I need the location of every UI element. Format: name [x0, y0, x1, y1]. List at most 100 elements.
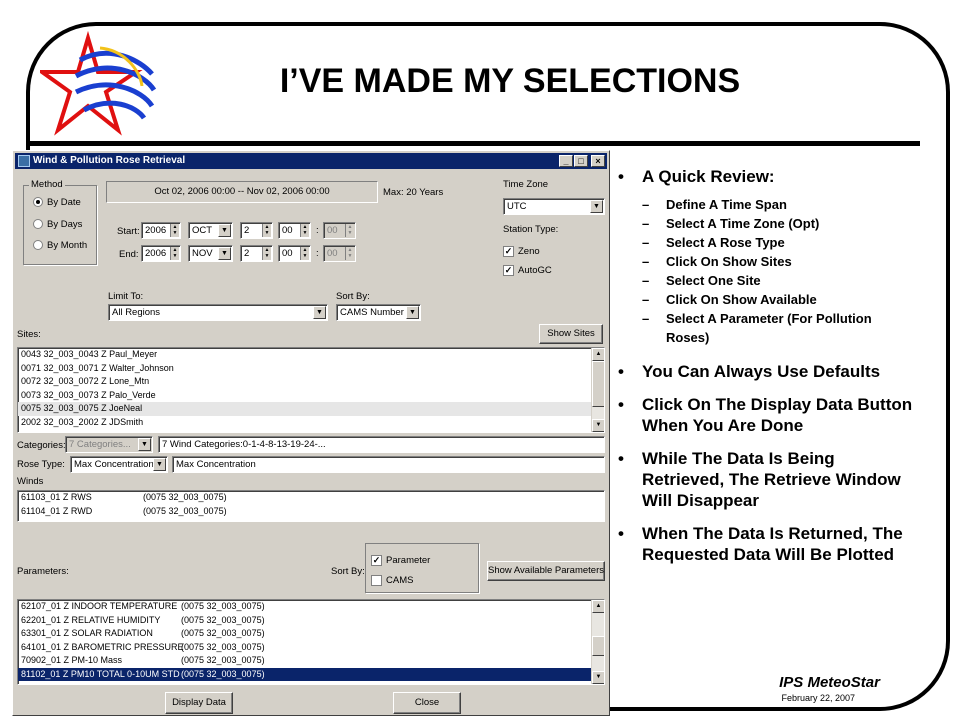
chevron-down-icon[interactable]: ▼ — [138, 438, 151, 451]
time-zone-label: Time Zone — [503, 179, 549, 190]
radio-icon — [33, 240, 43, 251]
checkmark-icon: ✓ — [371, 555, 382, 566]
sites-label: Sites: — [17, 329, 41, 340]
list-item[interactable]: 62201_01 Z RELATIVE HUMIDITY (0075 32_003… — [18, 614, 604, 628]
footer-brand: IPS MeteoStar — [779, 674, 880, 691]
bullet-point: • Click On The Display Data Button When Y… — [618, 395, 913, 435]
spin-arrows-icon[interactable]: ▲ ▼ — [170, 247, 179, 260]
list-item[interactable]: 2002 32_003_2002 Z JDSmith — [18, 416, 604, 430]
scroll-thumb[interactable] — [592, 636, 604, 656]
spin-arrows-icon[interactable]: ▲ ▼ — [345, 247, 354, 260]
chevron-down-icon[interactable]: ▼ — [313, 306, 326, 319]
footer-date: February 22, 2007 — [781, 693, 855, 703]
time-colon: : — [316, 225, 319, 236]
end-year-spinner[interactable]: 2006 ▲ ▼ — [141, 245, 181, 262]
scroll-down-icon[interactable]: ▼ — [592, 419, 604, 432]
end-minute-spinner[interactable]: 00 ▲ ▼ — [323, 245, 356, 262]
window-titlebar[interactable]: Wind & Pollution Rose Retrieval _ □ × — [15, 153, 607, 169]
sort-by-select[interactable]: CAMS Number ▼ — [336, 304, 421, 321]
list-item[interactable]: 0043 32_003_0043 Z Paul_Meyer — [18, 348, 604, 362]
bullet-point: • When The Data Is Returned, The Requeste… — [618, 524, 903, 564]
minimize-button[interactable]: _ — [559, 155, 573, 167]
slide-frame-corner — [840, 590, 950, 711]
sort-cams-checkbox[interactable]: CAMS — [371, 575, 413, 586]
checkmark-icon: ✓ — [503, 246, 514, 257]
list-item-selected[interactable]: 81102_01 Z PM10 TOTAL 0-10UM STD(0075 32… — [18, 667, 604, 681]
zeno-checkbox[interactable]: ✓ Zeno — [503, 246, 540, 257]
method-label: Method — [29, 179, 65, 190]
scroll-up-icon[interactable]: ▲ — [592, 348, 604, 361]
close-button[interactable]: Close — [393, 692, 461, 714]
slide-title: I’VE MADE MY SELECTIONS — [279, 62, 741, 100]
end-label: End: — [119, 249, 139, 260]
radio-by-month[interactable]: By Month — [33, 240, 87, 251]
autogc-checkbox[interactable]: ✓ AutoGC — [503, 265, 552, 276]
list-item[interactable]: 0073 32_003_0073 Z Palo_Verde — [18, 389, 604, 403]
chevron-down-icon[interactable]: ▼ — [218, 224, 231, 237]
list-item[interactable]: 0071 32_003_0071 Z Walter_Johnson — [18, 362, 604, 376]
spin-arrows-icon[interactable]: ▲ ▼ — [262, 247, 271, 260]
close-window-button[interactable]: × — [591, 155, 605, 167]
chevron-down-icon[interactable]: ▼ — [153, 458, 166, 471]
start-minute-spinner[interactable]: 00 ▲ ▼ — [323, 222, 356, 239]
sort-parameter-checkbox[interactable]: ✓ Parameter — [371, 555, 430, 566]
show-sites-button[interactable]: Show Sites — [539, 324, 603, 344]
checkmark-icon: ✓ — [503, 265, 514, 276]
chevron-down-icon[interactable]: ▼ — [406, 306, 419, 319]
spin-arrows-icon[interactable]: ▲ ▼ — [300, 247, 309, 260]
radio-icon — [33, 197, 43, 208]
review-item: – Select A Time Zone (Opt) — [642, 216, 820, 231]
radio-by-days[interactable]: By Days — [33, 219, 82, 230]
winds-list[interactable]: 61103_01 Z RWS (0075 32_003_0075) 61104_0… — [17, 490, 605, 522]
show-available-parameters-button[interactable]: Show Available Parameters — [487, 561, 605, 581]
start-day-spinner[interactable]: 2 ▲ ▼ — [240, 222, 273, 239]
time-zone-select[interactable]: UTC ▼ — [503, 198, 605, 215]
start-hour-spinner[interactable]: 00 ▲ ▼ — [278, 222, 311, 239]
chevron-down-icon[interactable]: ▼ — [218, 247, 231, 260]
app-icon — [18, 155, 30, 167]
list-item[interactable]: 61104_01 Z RWD (0075 32_003_0075) — [18, 505, 604, 519]
review-item: – Click On Show Available — [642, 292, 817, 307]
rose-type-select[interactable]: Max Concentration ▼ — [70, 456, 168, 473]
list-item[interactable]: 62107_01 Z INDOOR TEMPERATURE (0075 32_00… — [18, 600, 604, 614]
bullet-list: • A Quick Review: – Define A Time Span – Se… — [618, 166, 918, 577]
list-item-selected[interactable]: 0075 32_003_0075 Z JoeNeal — [18, 402, 604, 416]
bullet-point: • While The Data Is Being Retrieved, The … — [618, 449, 901, 510]
list-item[interactable]: 70902_01 Z PM-10 Mass (0075 32_003_0075) — [18, 654, 604, 668]
list-item[interactable]: 64101_01 Z BAROMETRIC PRESSURE(0075 32_0… — [18, 641, 604, 655]
display-data-button[interactable]: Display Data — [165, 692, 233, 714]
spin-arrows-icon[interactable]: ▲ ▼ — [262, 224, 271, 237]
spin-arrows-icon[interactable]: ▲ ▼ — [345, 224, 354, 237]
limit-to-select[interactable]: All Regions ▼ — [108, 304, 328, 321]
list-item[interactable]: 63301_01 Z SOLAR RADIATION (0075 32_003_0… — [18, 627, 604, 641]
start-month-select[interactable]: OCT ▼ — [188, 222, 233, 239]
categories-select[interactable]: 7 Categories... ▼ — [65, 436, 153, 453]
limit-to-label: Limit To: — [108, 291, 144, 302]
end-month-select[interactable]: NOV ▼ — [188, 245, 233, 262]
list-item[interactable]: 61103_01 Z RWS (0075 32_003_0075) — [18, 491, 604, 505]
scroll-down-icon[interactable]: ▼ — [592, 671, 604, 684]
scroll-up-icon[interactable]: ▲ — [592, 600, 604, 613]
parameters-label: Parameters: — [17, 566, 69, 577]
bullet-point: • You Can Always Use Defaults — [618, 362, 881, 381]
sites-list[interactable]: 0043 32_003_0043 Z Paul_Meyer 0071 32_00… — [17, 347, 605, 433]
radio-by-date[interactable]: By Date — [33, 197, 81, 208]
scroll-thumb[interactable] — [592, 361, 604, 407]
categories-detail: 7 Wind Categories:0-1-4-8-13-19-24-... — [158, 436, 605, 453]
title-divider — [26, 141, 920, 146]
spin-arrows-icon[interactable]: ▲ ▼ — [170, 224, 179, 237]
start-label: Start: — [117, 226, 140, 237]
end-hour-spinner[interactable]: 00 ▲ ▼ — [278, 245, 311, 262]
parameters-list[interactable]: 62107_01 Z INDOOR TEMPERATURE (0075 32_00… — [17, 599, 605, 685]
end-day-spinner[interactable]: 2 ▲ ▼ — [240, 245, 273, 262]
meteostar-logo — [40, 30, 157, 136]
chevron-down-icon[interactable]: ▼ — [590, 200, 603, 213]
sites-scrollbar[interactable]: ▲ ▼ — [591, 348, 604, 432]
parameters-scrollbar[interactable]: ▲ ▼ — [591, 600, 604, 684]
start-year-spinner[interactable]: 2006 ▲ ▼ — [141, 222, 181, 239]
parameters-sort-by-label: Sort By: — [331, 566, 365, 577]
spin-arrows-icon[interactable]: ▲ ▼ — [300, 224, 309, 237]
review-item: – Select A Parameter (For Pollution Roses… — [642, 311, 872, 345]
list-item[interactable]: 0072 32_003_0072 Z Lone_Mtn — [18, 375, 604, 389]
maximize-button[interactable]: □ — [574, 155, 588, 167]
